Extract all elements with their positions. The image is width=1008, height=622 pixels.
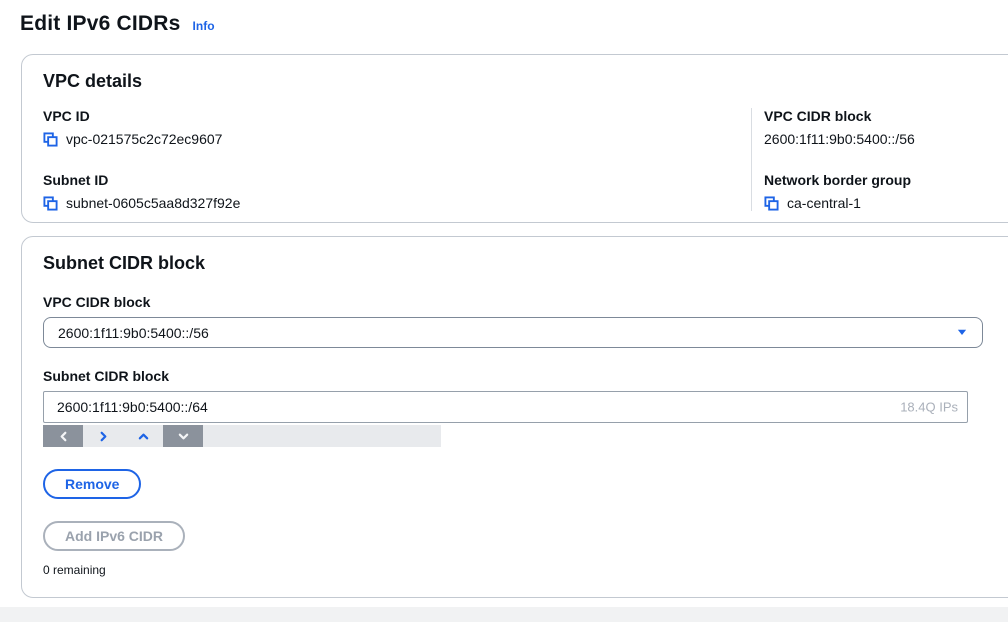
subnet-cidr-card: Subnet CIDR block VPC CIDR block 2600:1f… [21, 236, 1008, 598]
copy-vpc-id-button[interactable] [43, 132, 58, 147]
copy-subnet-id-button[interactable] [43, 196, 58, 211]
vpc-id-value: vpc-021575c2c72ec9607 [66, 131, 222, 147]
vpc-cidr-field: VPC CIDR block 2600:1f11:9b0:5400::/56 [764, 108, 1007, 147]
subnet-id-field: Subnet ID subnet-0605c5aa8d327f92e [43, 172, 751, 211]
vpc-cidr-select-label: VPC CIDR block [43, 294, 1007, 310]
vpc-details-left-column: VPC ID vpc-021575c2c72ec9607 Subnet ID [43, 108, 751, 211]
caret-down-icon [956, 325, 968, 341]
page-bottom-band [0, 607, 1008, 622]
chevron-down-icon [178, 431, 189, 442]
vpc-id-field: VPC ID vpc-021575c2c72ec9607 [43, 108, 751, 147]
copy-icon [43, 196, 58, 211]
copy-icon [43, 132, 58, 147]
info-link[interactable]: Info [193, 19, 215, 33]
cidr-step-up-button[interactable] [123, 425, 163, 447]
chevron-up-icon [138, 431, 149, 442]
vpc-details-card: VPC details VPC ID vpc-021575c2c72ec9607 [21, 54, 1008, 223]
subnet-id-value: subnet-0605c5aa8d327f92e [66, 195, 240, 211]
page-title: Edit IPv6 CIDRs [20, 12, 181, 36]
add-ipv6-cidr-button[interactable]: Add IPv6 CIDR [43, 521, 185, 551]
chevron-left-icon [58, 431, 69, 442]
cidr-step-right-button[interactable] [83, 425, 123, 447]
network-border-group-label: Network border group [764, 172, 1007, 188]
vpc-details-right-column: VPC CIDR block 2600:1f11:9b0:5400::/56 N… [751, 108, 1007, 211]
vpc-id-label: VPC ID [43, 108, 751, 124]
cidr-step-down-button[interactable] [163, 425, 203, 447]
chevron-right-icon [98, 431, 109, 442]
subnet-cidr-input-label: Subnet CIDR block [43, 368, 1007, 384]
vpc-details-heading: VPC details [43, 71, 1007, 92]
subnet-cidr-input-wrap: 18.4Q IPs [43, 391, 968, 423]
cidr-step-left-button[interactable] [43, 425, 83, 447]
subnet-cidr-heading: Subnet CIDR block [43, 253, 1007, 274]
cidr-stepper-bar [43, 425, 441, 447]
copy-icon [764, 196, 779, 211]
copy-network-border-group-button[interactable] [764, 196, 779, 211]
network-border-group-field: Network border group ca-central-1 [764, 172, 1007, 211]
subnet-cidr-input[interactable] [43, 391, 968, 423]
network-border-group-value: ca-central-1 [787, 195, 861, 211]
remaining-count: 0 remaining [43, 563, 1007, 577]
vpc-cidr-label: VPC CIDR block [764, 108, 1007, 124]
vpc-cidr-value: 2600:1f11:9b0:5400::/56 [764, 131, 915, 147]
vpc-cidr-select-value: 2600:1f11:9b0:5400::/56 [58, 325, 209, 341]
vpc-cidr-select[interactable]: 2600:1f11:9b0:5400::/56 [43, 317, 983, 348]
remove-button[interactable]: Remove [43, 469, 141, 499]
vpc-details-columns: VPC ID vpc-021575c2c72ec9607 Subnet ID [43, 108, 1007, 211]
page-header: Edit IPv6 CIDRs Info [20, 12, 215, 36]
subnet-id-label: Subnet ID [43, 172, 751, 188]
